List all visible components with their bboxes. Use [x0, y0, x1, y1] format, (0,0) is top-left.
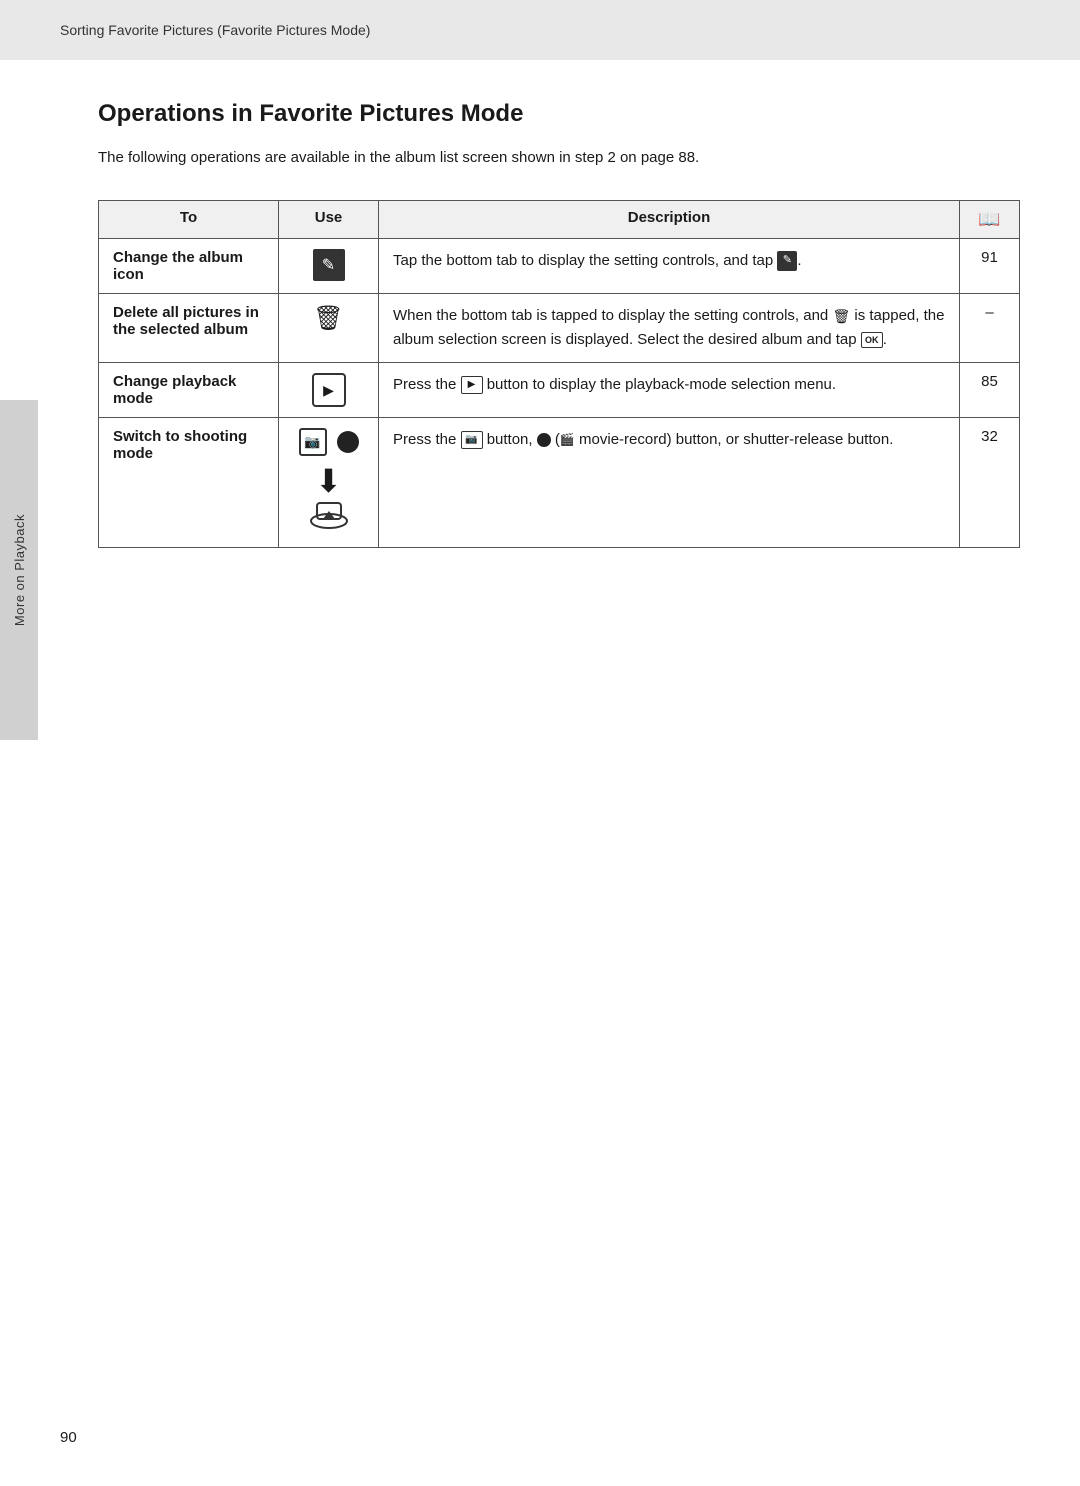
- row3-to: Change playback mode: [99, 363, 279, 418]
- row4-description: Press the 📷 button, (🎬 movie-record) but…: [379, 418, 960, 548]
- row4-use: 📷 ⬇: [279, 418, 379, 548]
- playback-icon: ▶: [312, 373, 346, 407]
- pencil-icon: ✎: [313, 249, 345, 281]
- page-title: Operations in Favorite Pictures Mode: [98, 100, 1020, 128]
- row2-use: 🗑: [279, 294, 379, 363]
- row1-use: ✎: [279, 239, 379, 294]
- movie-record-text: 🎬: [560, 432, 575, 446]
- shutter-icon-container: ⬇: [309, 462, 349, 537]
- table-row: Switch to shooting mode 📷 ⬇: [99, 418, 1020, 548]
- row3-ref: 85: [960, 363, 1020, 418]
- camera-icon: 📷: [299, 428, 327, 456]
- row4-to: Switch to shooting mode: [99, 418, 279, 548]
- circle-icon: [337, 431, 359, 453]
- row2-ref: –: [960, 294, 1020, 363]
- page-wrapper: More on Playback Sorting Favorite Pictur…: [0, 0, 1080, 1486]
- row1-description: Tap the bottom tab to display the settin…: [379, 239, 960, 294]
- col-header-description: Description: [379, 201, 960, 239]
- trash-icon: 🗑: [313, 305, 343, 332]
- page-number: 90: [60, 1429, 77, 1446]
- ok-icon-inline: OK: [861, 332, 883, 348]
- trash-icon-inline: 🗑: [832, 305, 850, 327]
- row2-to: Delete all pictures in the selected albu…: [99, 294, 279, 363]
- header-text: Sorting Favorite Pictures (Favorite Pict…: [60, 22, 370, 38]
- book-icon: 📖: [978, 209, 1000, 229]
- sidebar-label: More on Playback: [12, 514, 27, 626]
- col-header-use: Use: [279, 201, 379, 239]
- row1-to: Change the album icon: [99, 239, 279, 294]
- shutter-svg: [309, 501, 349, 529]
- row3-use: ▶: [279, 363, 379, 418]
- row3-description: Press the ▶ button to display the playba…: [379, 363, 960, 418]
- camera-button-icon: 📷: [461, 431, 483, 449]
- play-button-icon: ▶: [461, 376, 483, 394]
- main-content: Operations in Favorite Pictures Mode The…: [38, 60, 1080, 588]
- shutter-release-icon: ⬇: [309, 463, 349, 536]
- operations-table: To Use Description 📖 Change the album ic…: [98, 200, 1020, 548]
- switch-icons-container: 📷 ⬇: [293, 428, 364, 537]
- col-header-to: To: [99, 201, 279, 239]
- table-header-row: To Use Description 📖: [99, 201, 1020, 239]
- top-header: Sorting Favorite Pictures (Favorite Pict…: [0, 0, 1080, 60]
- row2-description: When the bottom tab is tapped to display…: [379, 294, 960, 363]
- table-row: Change the album icon ✎ Tap the bottom t…: [99, 239, 1020, 294]
- table-row: Delete all pictures in the selected albu…: [99, 294, 1020, 363]
- intro-text: The following operations are available i…: [98, 146, 1020, 170]
- switch-icons-row: 📷: [299, 428, 359, 456]
- circle-button-icon: [537, 433, 551, 447]
- pencil-icon-inline: ✎: [777, 251, 797, 271]
- table-row: Change playback mode ▶ Press the ▶ butto…: [99, 363, 1020, 418]
- sidebar-tab: More on Playback: [0, 400, 38, 740]
- col-header-ref: 📖: [960, 201, 1020, 239]
- row4-ref: 32: [960, 418, 1020, 548]
- row1-ref: 91: [960, 239, 1020, 294]
